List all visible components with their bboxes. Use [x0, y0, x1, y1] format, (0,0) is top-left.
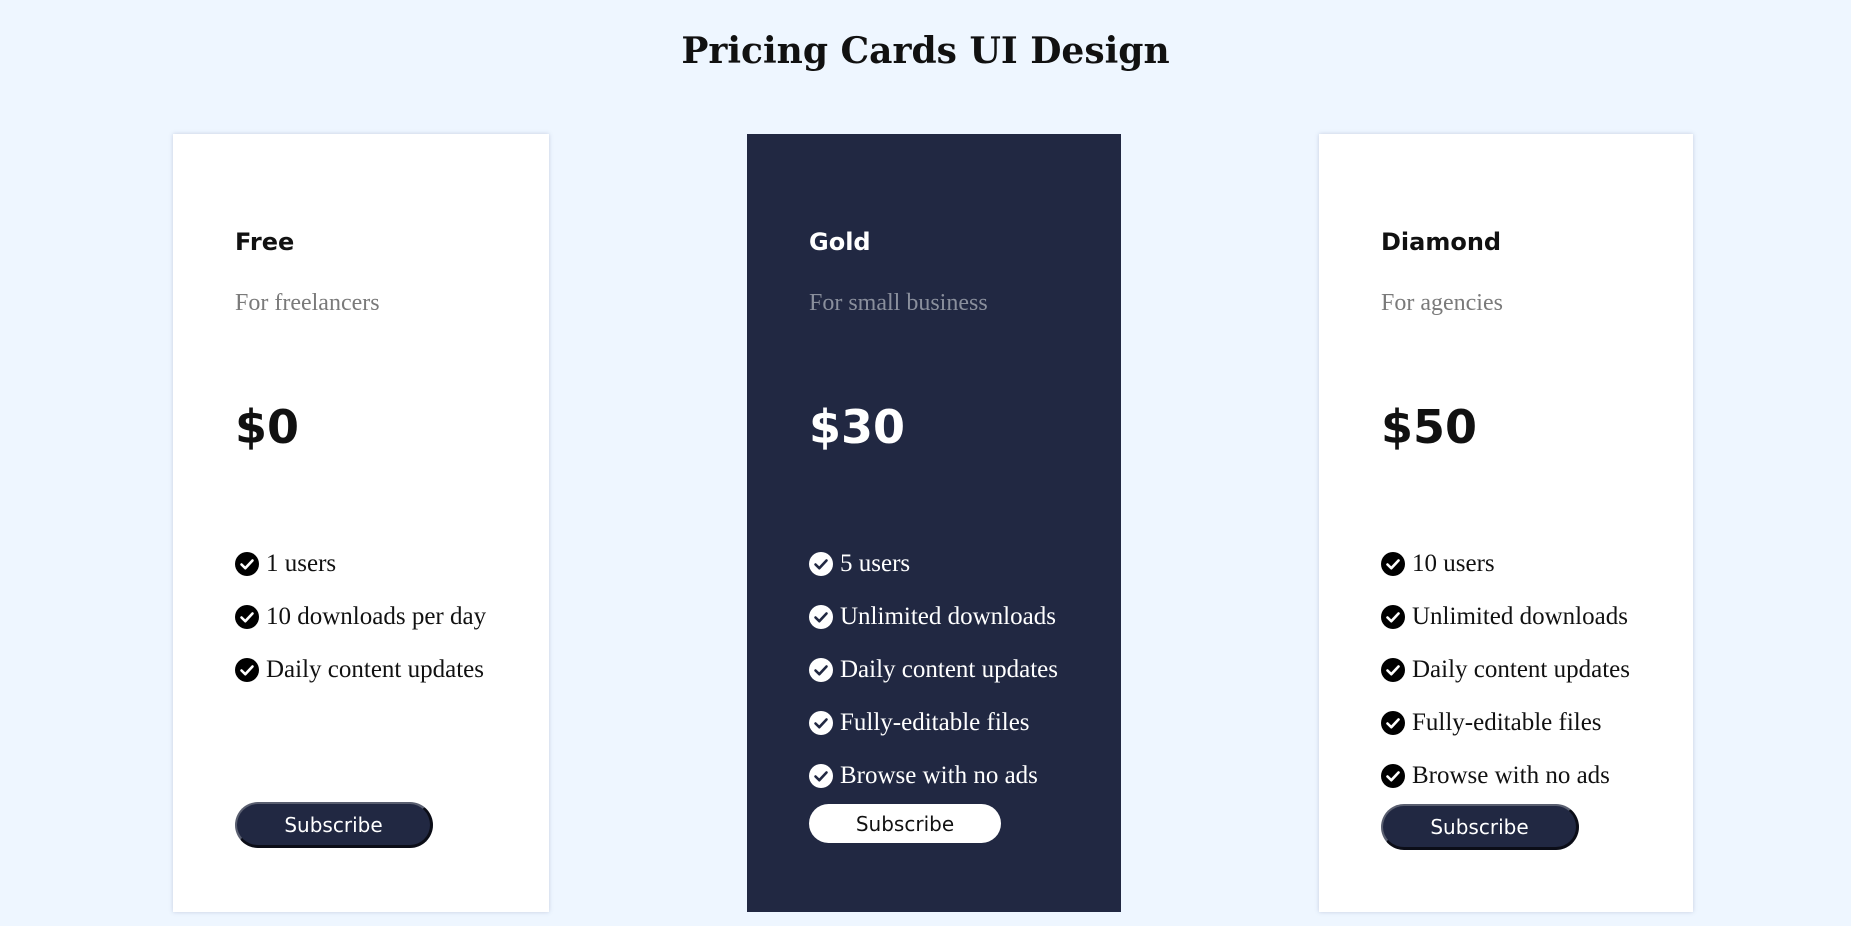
subscribe-button[interactable]: Subscribe: [1381, 804, 1579, 850]
feature-list: 5 users Unlimited downloads Daily conten…: [809, 537, 1058, 802]
check-circle-icon: [1381, 763, 1405, 788]
check-circle-icon: [1381, 551, 1405, 576]
feature-label: Fully-editable files: [840, 708, 1030, 736]
feature-item: Daily content updates: [809, 643, 1058, 696]
check-circle-icon: [1381, 657, 1405, 682]
pricing-card-gold: Gold For small business $30 5 users Unli…: [747, 134, 1121, 912]
feature-item: Daily content updates: [235, 643, 486, 696]
check-circle-icon: [235, 604, 259, 629]
feature-label: Daily content updates: [840, 655, 1058, 683]
feature-label: 10 downloads per day: [266, 602, 487, 630]
check-circle-icon: [1381, 710, 1405, 735]
subscribe-button[interactable]: Subscribe: [235, 802, 433, 848]
check-circle-icon: [809, 763, 833, 788]
check-circle-icon: [235, 551, 259, 576]
feature-item: 5 users: [809, 537, 1058, 590]
feature-label: Fully-editable files: [1412, 708, 1602, 736]
feature-item: Unlimited downloads: [1381, 590, 1630, 643]
feature-item: Fully-editable files: [1381, 696, 1630, 749]
plan-name: Free: [235, 228, 295, 256]
check-circle-icon: [809, 657, 833, 682]
feature-label: 5 users: [840, 549, 911, 577]
check-circle-icon: [809, 551, 833, 576]
feature-item: Daily content updates: [1381, 643, 1630, 696]
plan-price: $50: [1381, 400, 1478, 454]
feature-label: Unlimited downloads: [840, 602, 1056, 630]
feature-item: 1 users: [235, 537, 486, 590]
feature-item: Fully-editable files: [809, 696, 1058, 749]
feature-label: 10 users: [1412, 549, 1495, 577]
subscribe-button[interactable]: Subscribe: [809, 804, 1001, 843]
feature-label: Browse with no ads: [1412, 761, 1610, 789]
plan-name: Diamond: [1381, 228, 1502, 256]
page-title: Pricing Cards UI Design: [681, 30, 1170, 72]
feature-label: Browse with no ads: [840, 761, 1038, 789]
pricing-card-free: Free For freelancers $0 1 users 10 downl…: [173, 134, 549, 912]
feature-label: 1 users: [266, 549, 337, 577]
check-circle-icon: [809, 710, 833, 735]
feature-label: Daily content updates: [1412, 655, 1630, 683]
pricing-card-diamond: Diamond For agencies $50 10 users Unlimi…: [1319, 134, 1693, 912]
plan-price: $30: [809, 400, 906, 454]
feature-list: 10 users Unlimited downloads Daily conte…: [1381, 537, 1630, 802]
plan-description: For agencies: [1381, 290, 1503, 316]
feature-list: 1 users 10 downloads per day Daily conte…: [235, 537, 486, 696]
feature-label: Unlimited downloads: [1412, 602, 1628, 630]
plan-description: For small business: [809, 290, 988, 316]
check-circle-icon: [1381, 604, 1405, 629]
check-circle-icon: [809, 604, 833, 629]
feature-item: Browse with no ads: [1381, 749, 1630, 802]
check-circle-icon: [235, 657, 259, 682]
plan-name: Gold: [809, 228, 871, 256]
feature-item: 10 users: [1381, 537, 1630, 590]
plan-price: $0: [235, 400, 300, 454]
feature-item: Unlimited downloads: [809, 590, 1058, 643]
plan-description: For freelancers: [235, 290, 380, 316]
feature-label: Daily content updates: [266, 655, 484, 683]
feature-item: Browse with no ads: [809, 749, 1058, 802]
feature-item: 10 downloads per day: [235, 590, 486, 643]
